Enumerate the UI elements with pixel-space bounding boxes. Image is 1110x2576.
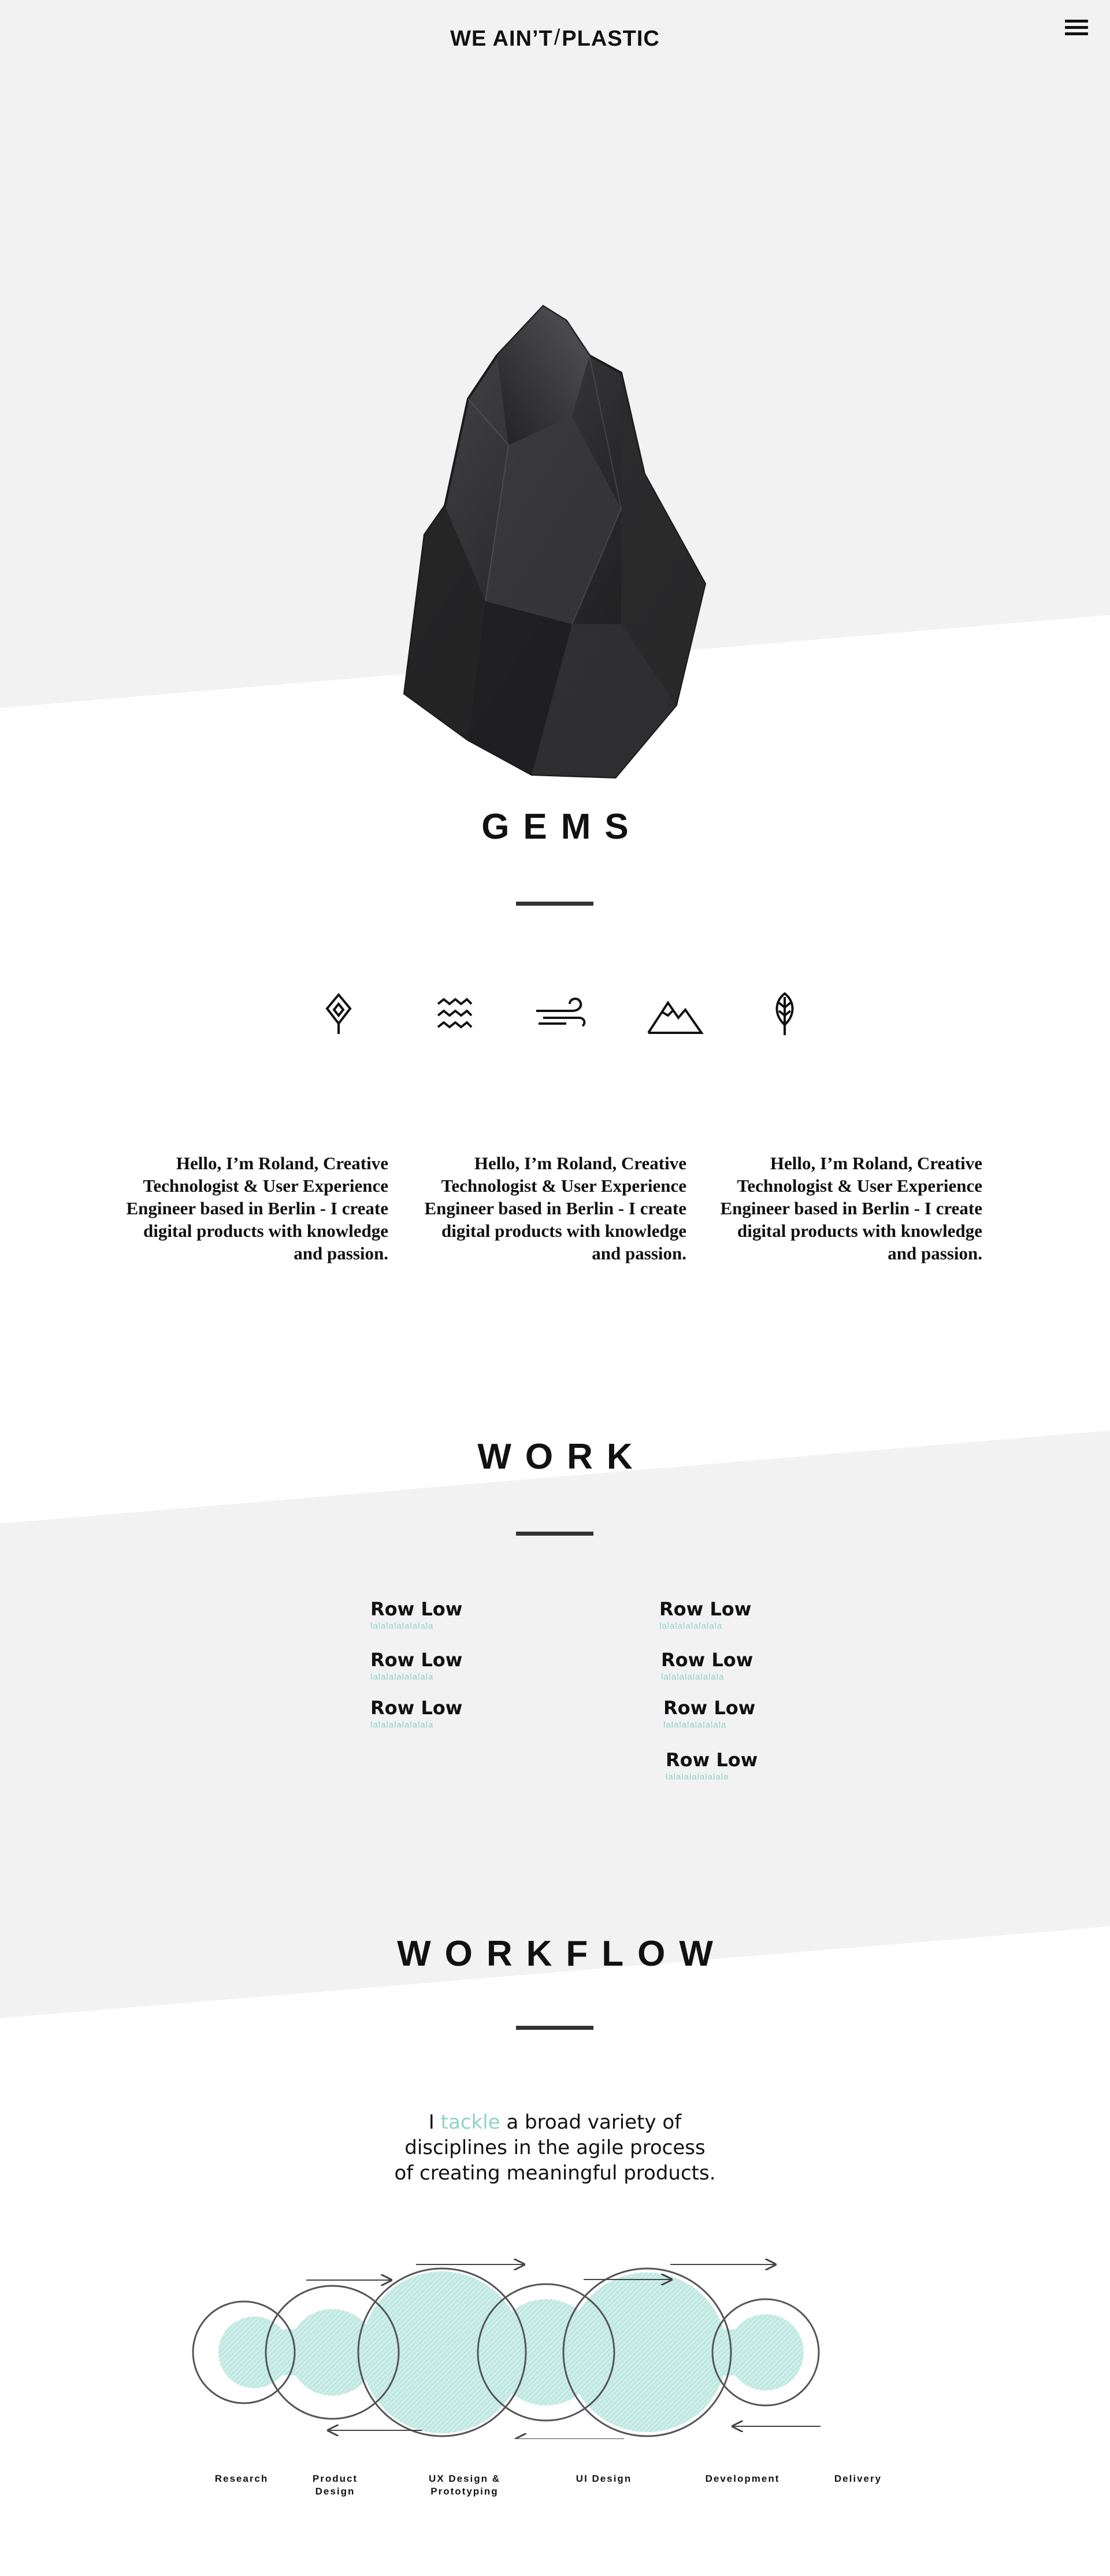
workflow-diagram [192, 2254, 821, 2439]
work-divider [516, 1532, 593, 1536]
stage-line-1: Development [705, 2473, 780, 2484]
stage-line-1: Product [312, 2473, 358, 2484]
work-item-title: Row Low [661, 1649, 753, 1671]
hamburger-menu-icon[interactable] [1065, 20, 1088, 37]
workflow-stage-label: Product Design [283, 2473, 387, 2498]
wind-icon [532, 991, 589, 1037]
tagline-line-2: disciplines in the agile process [404, 2136, 706, 2159]
intro-text-3: Hello, I’m Roland, Creative Technologist… [720, 1153, 983, 1263]
stage-line-1: Delivery [834, 2473, 882, 2484]
work-item-subtitle: lalalalalalalala [666, 1772, 729, 1782]
work-item[interactable]: Row Low lalalalalalalala [370, 1697, 544, 1730]
work-item[interactable]: Row Low lalalalalalalala [666, 1749, 839, 1782]
work-item-subtitle: lalalalalalalala [663, 1720, 727, 1730]
work-item-title: Row Low [663, 1697, 756, 1719]
work-item[interactable]: Row Low lalalalalalalala [370, 1649, 544, 1682]
gems-title: GEMS [481, 807, 643, 847]
work-item[interactable]: Row Low lalalalalalalala [370, 1598, 544, 1631]
work-item[interactable]: Row Low lalalalalalalala [663, 1697, 837, 1730]
gem-image [403, 305, 707, 779]
stage-line-1: UI Design [576, 2473, 632, 2484]
logo-text-left: WE AIN’T [450, 27, 553, 51]
tagline-post: a broad variety of [506, 2111, 682, 2134]
tagline-line-3: of creating meaningful products. [394, 2162, 716, 2185]
stage-line-2: Design [315, 2486, 355, 2497]
leaf-diamond-icon [310, 991, 367, 1037]
work-item-subtitle: lalalalalalalala [370, 1720, 434, 1730]
workflow-title: WORKFLOW [397, 1934, 727, 1974]
tagline-pre: I [428, 2111, 435, 2134]
workflow-stage-label: UX Design & Prototyping [413, 2473, 517, 2498]
mountain-icon [646, 991, 704, 1037]
gems-divider [516, 902, 593, 906]
intro-text-2: Hello, I’m Roland, Creative Technologist… [424, 1153, 687, 1263]
work-item[interactable]: Row Low lalalalalalalala [659, 1598, 833, 1631]
work-item-subtitle: lalalalalalalala [370, 1672, 434, 1682]
work-item-title: Row Low [370, 1649, 463, 1671]
stage-line-2: Prototyping [430, 2486, 499, 2497]
stage-line-1: Research [214, 2473, 269, 2484]
workflow-tagline: I tackle a broad variety of disciplines … [0, 2110, 1110, 2186]
workflow-stage-label: Research [190, 2473, 294, 2485]
stage-line-1: UX Design & [428, 2473, 501, 2484]
workflow-stage-label: UI Design [552, 2473, 656, 2485]
work-item-title: Row Low [370, 1598, 463, 1620]
tagline-highlight: tackle [440, 2111, 500, 2134]
site-logo[interactable]: WE AIN’T/PLASTIC [0, 25, 1110, 51]
work-item-subtitle: lalalalalalalala [370, 1621, 434, 1631]
workflow-divider [516, 2026, 593, 2030]
workflow-stage-label: Delivery [806, 2473, 910, 2485]
intro-text-1: Hello, I’m Roland, Creative Technologist… [126, 1153, 389, 1263]
work-title: WORK [477, 1437, 647, 1477]
work-item[interactable]: Row Low lalalalalalalala [661, 1649, 834, 1682]
work-item-subtitle: lalalalalalalala [661, 1672, 725, 1682]
work-item-title: Row Low [659, 1598, 752, 1620]
logo-slash-icon: / [554, 25, 561, 50]
work-item-title: Row Low [370, 1697, 463, 1719]
work-item-title: Row Low [666, 1749, 758, 1771]
logo-text-right: PLASTIC [562, 27, 660, 51]
feather-icon [756, 991, 814, 1037]
waves-icon [425, 991, 483, 1037]
workflow-stage-label: Development [690, 2473, 795, 2485]
work-item-subtitle: lalalalalalalala [659, 1621, 723, 1631]
